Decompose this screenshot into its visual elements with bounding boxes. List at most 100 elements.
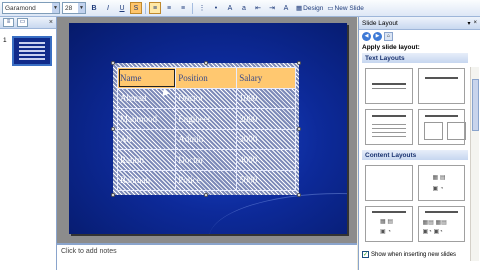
table-cell[interactable]: Rahim: [116, 149, 177, 171]
text-line: [372, 124, 406, 125]
resize-handle[interactable]: [297, 127, 301, 131]
checkbox-label: Show when inserting new slides: [371, 251, 457, 258]
title-placeholder-line: [372, 211, 406, 213]
font-size-combo[interactable]: 28 ▼: [62, 2, 86, 14]
align-left-icon[interactable]: ≡: [149, 2, 161, 14]
notes-placeholder: Click to add notes: [61, 248, 117, 255]
content-layouts-section[interactable]: Content Layouts: [362, 150, 468, 160]
design-button[interactable]: ▦ Design: [296, 4, 324, 13]
design-icon: ▦: [296, 5, 303, 12]
resize-handle[interactable]: [297, 61, 301, 65]
align-right-icon[interactable]: ≡: [177, 2, 189, 14]
toolbar-divider: [192, 2, 193, 14]
resize-handle[interactable]: [204, 193, 208, 197]
shadow-button[interactable]: S: [130, 2, 142, 14]
font-color-icon[interactable]: A: [280, 2, 292, 14]
back-arrow-icon[interactable]: ◀: [362, 31, 371, 41]
slides-tab[interactable]: ▭: [17, 18, 28, 27]
layout-title-slide[interactable]: [365, 68, 413, 104]
task-pane-header: Slide Layout ▾ ×: [359, 17, 480, 30]
slide-layout-task-pane: Slide Layout ▾ × ◀ ▶ ⌂ Apply slide layou…: [358, 17, 480, 270]
forward-arrow-icon[interactable]: ▶: [373, 31, 382, 41]
new-slide-button[interactable]: ▭ New Slide: [327, 4, 364, 13]
text-line: [372, 136, 406, 137]
picture-icon: ▣ ◔: [432, 186, 444, 192]
font-size-value: 28: [65, 4, 73, 12]
underline-button[interactable]: U: [116, 2, 128, 14]
resize-handle[interactable]: [111, 61, 115, 65]
scrollbar-thumb[interactable]: [472, 79, 479, 131]
design-label: Design: [303, 4, 324, 12]
new-slide-icon: ▭: [327, 5, 334, 12]
resize-handle[interactable]: [297, 193, 301, 197]
table-cell[interactable]: Ali: [116, 128, 177, 150]
table-cell[interactable]: 1000: [236, 87, 296, 109]
pane-tabs: ≡ ▭ ×: [0, 17, 56, 29]
table-header-cell[interactable]: Name: [116, 67, 177, 89]
layout-title-only[interactable]: [417, 68, 465, 104]
resize-handle[interactable]: [111, 193, 115, 197]
chevron-down-icon[interactable]: ▼: [52, 3, 59, 13]
home-icon[interactable]: ⌂: [384, 31, 393, 41]
align-center-icon[interactable]: ≡: [163, 2, 175, 14]
slides-pane: ≡ ▭ × 1: [0, 17, 57, 270]
layout-title-and-content[interactable]: ▦ ▤ ▣ ◔: [365, 206, 413, 242]
decrease-font-icon[interactable]: a: [238, 2, 250, 14]
table-icon: ▦ ▤: [432, 175, 446, 181]
table-row: Ali Admin 3000: [116, 128, 296, 150]
font-name-combo[interactable]: Garamond ▼: [2, 2, 60, 14]
slide-editing-area: Name Position Salary Ahmad Doctor 1000 M…: [57, 17, 357, 243]
thumbnail-table-preview: [19, 42, 45, 60]
task-pane-scrollbar[interactable]: [470, 67, 479, 261]
increase-indent-icon[interactable]: ⇥: [266, 2, 278, 14]
chevron-down-icon[interactable]: ▼: [78, 3, 85, 13]
data-table[interactable]: Name Position Salary Ahmad Doctor 1000 M…: [116, 67, 296, 191]
table-cell[interactable]: Doctor: [175, 87, 238, 109]
italic-button[interactable]: I: [102, 2, 114, 14]
decrease-indent-icon[interactable]: ⇤: [252, 2, 264, 14]
outline-tab[interactable]: ≡: [3, 18, 14, 27]
title-placeholder-line: [424, 115, 458, 117]
numbering-icon[interactable]: ⋮: [196, 2, 208, 14]
table-row: Ahmad Doctor 1000: [116, 87, 296, 109]
table-cell[interactable]: Admin: [175, 128, 238, 150]
notes-pane[interactable]: Click to add notes: [57, 243, 357, 270]
layout-title-and-text[interactable]: [365, 109, 413, 145]
text-layouts-section[interactable]: Text Layouts: [362, 53, 468, 63]
table-cell[interactable]: 3000: [236, 128, 296, 150]
slide-number: 1: [3, 37, 7, 44]
task-pane-title: Slide Layout: [362, 19, 398, 27]
table-cell[interactable]: Engineer: [175, 108, 238, 130]
table-cell[interactable]: Mahmood: [116, 108, 177, 130]
table-header-cell[interactable]: Position: [175, 67, 238, 89]
table-cell[interactable]: Doctor: [175, 149, 238, 171]
picture-icon: ▣◔ ▣◔: [422, 229, 443, 235]
bold-button[interactable]: B: [88, 2, 100, 14]
new-slide-label: New Slide: [334, 4, 364, 12]
checkmark-icon[interactable]: ✓: [362, 251, 369, 258]
table-selection-frame[interactable]: Name Position Salary Ahmad Doctor 1000 M…: [113, 63, 299, 195]
title-placeholder-line: [424, 211, 458, 213]
layout-title-and-two-content[interactable]: ▦▤ ▦▤ ▣◔ ▣◔: [417, 206, 465, 242]
chevron-down-icon[interactable]: ▾: [467, 20, 470, 27]
close-icon[interactable]: ×: [49, 19, 53, 26]
table-row: Mahmood Engineer 2000: [116, 108, 296, 130]
picture-icon: ▣ ◔: [380, 229, 391, 235]
close-icon[interactable]: ×: [473, 20, 477, 27]
table-cell[interactable]: 4000: [236, 149, 296, 171]
table-header-cell[interactable]: Salary: [236, 67, 296, 89]
bullets-icon[interactable]: •: [210, 2, 222, 14]
increase-font-icon[interactable]: A: [224, 2, 236, 14]
show-when-inserting-checkbox[interactable]: ✓ Show when inserting new slides: [362, 251, 456, 258]
layout-blank[interactable]: [365, 165, 413, 201]
table-cell[interactable]: Police: [175, 169, 238, 191]
resize-handle[interactable]: [204, 61, 208, 65]
layout-content[interactable]: ▦ ▤ ▣ ◔: [417, 165, 465, 201]
resize-handle[interactable]: [111, 127, 115, 131]
slide-thumbnail[interactable]: [12, 36, 52, 66]
table-cell[interactable]: Rahman: [116, 169, 177, 191]
table-cell[interactable]: 2000: [236, 108, 296, 130]
slide-canvas[interactable]: Name Position Salary Ahmad Doctor 1000 M…: [69, 23, 347, 234]
table-cell[interactable]: 5000: [236, 169, 296, 191]
layout-two-column-text[interactable]: [417, 109, 466, 145]
